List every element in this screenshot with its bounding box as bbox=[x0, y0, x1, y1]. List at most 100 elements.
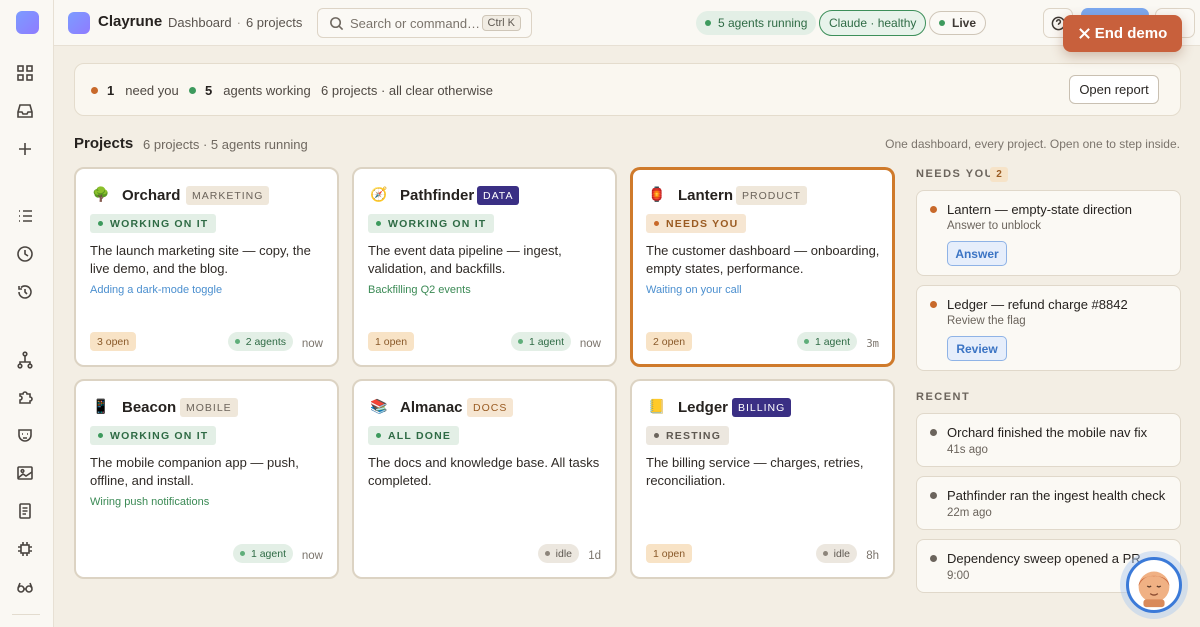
claude-health-label: Claude · healthy bbox=[829, 16, 917, 30]
live-pill[interactable]: Live bbox=[929, 11, 987, 35]
top-bar: Clayrune Dashboard · 6 projects Search or … bbox=[54, 0, 1200, 46]
updated-time: now bbox=[579, 338, 601, 350]
project-card-beacon[interactable]: 📱 Beacon MOBILE WORKING ON IT The mobile… bbox=[74, 379, 339, 579]
updated-time: 8h bbox=[866, 550, 879, 562]
compass-icon: 🧭 bbox=[370, 186, 388, 202]
review-button[interactable]: Review bbox=[947, 336, 1007, 361]
needs-you-title: Lantern — empty-state direction bbox=[947, 202, 1132, 217]
answer-button[interactable]: Answer bbox=[947, 241, 1007, 266]
projects-title: Projects bbox=[74, 135, 134, 152]
assistant-avatar[interactable] bbox=[1126, 557, 1182, 613]
agents-running-label: 5 agents running bbox=[718, 16, 808, 30]
needs-you-item[interactable]: Ledger — refund charge #8842 Review the … bbox=[916, 285, 1181, 371]
project-name: Ledger bbox=[678, 399, 729, 416]
recent-time: 41s ago bbox=[947, 444, 988, 456]
needs-you-count-badge: 2 bbox=[990, 167, 1008, 182]
books-icon: 📚 bbox=[370, 398, 388, 414]
needs-you-summary[interactable]: 1 need you bbox=[91, 83, 179, 98]
agents-working-label: agents working bbox=[223, 83, 311, 98]
updated-time: 3m bbox=[866, 338, 879, 350]
project-description: The launch marketing site — copy, the li… bbox=[90, 243, 311, 276]
search-input[interactable]: Search or command… Ctrl K bbox=[317, 8, 532, 38]
project-name: Orchard bbox=[122, 187, 181, 204]
inbox-icon[interactable] bbox=[14, 100, 36, 122]
project-card-ledger[interactable]: 📒 Ledger BILLING RESTING The billing ser… bbox=[630, 379, 895, 579]
left-rail bbox=[0, 0, 54, 627]
breadcrumb-page[interactable]: Dashboard bbox=[168, 15, 232, 30]
branch-icon[interactable] bbox=[14, 349, 36, 371]
summary-bar: 1 need you 5 agents working 6 projects · a… bbox=[74, 63, 1181, 116]
ledger-icon: 📒 bbox=[648, 398, 666, 414]
needs-you-item[interactable]: Lantern — empty-state direction Answer t… bbox=[916, 190, 1181, 276]
open-count-badge: 1 open bbox=[368, 332, 415, 351]
project-description: The docs and knowledge base. All tasks c… bbox=[368, 455, 600, 488]
project-tag: MARKETING bbox=[186, 186, 270, 205]
recent-title: Orchard finished the mobile nav fix bbox=[947, 425, 1148, 440]
plus-icon[interactable] bbox=[14, 138, 36, 160]
open-report-button[interactable]: Open report bbox=[1069, 75, 1159, 104]
list-icon[interactable] bbox=[14, 205, 36, 227]
tree-icon: 🌳 bbox=[92, 186, 110, 202]
puzzle-icon[interactable] bbox=[14, 386, 36, 408]
agents-badge: 2 agents bbox=[227, 332, 293, 351]
projects-hint: One dashboard, every project. Open one t… bbox=[885, 137, 1180, 151]
needs-you-subtitle: Answer to unblock bbox=[947, 220, 1041, 232]
end-demo-label: End demo bbox=[1094, 25, 1168, 42]
project-card-lantern[interactable]: 🏮 Lantern PRODUCT NEEDS YOU The customer… bbox=[630, 167, 895, 367]
document-icon[interactable] bbox=[14, 500, 36, 522]
idle-badge: idle bbox=[537, 544, 579, 563]
projects-subtitle: 6 projects · 5 agents running bbox=[143, 137, 308, 152]
recent-title: Dependency sweep opened a PR bbox=[947, 551, 1141, 566]
status-badge: ALL DONE bbox=[368, 426, 460, 445]
grid-icon[interactable] bbox=[14, 62, 36, 84]
chip-icon[interactable] bbox=[14, 538, 36, 560]
project-description: The event data pipeline — ingest, valida… bbox=[368, 243, 562, 276]
open-count-badge: 2 open bbox=[646, 332, 693, 351]
project-card-pathfinder[interactable]: 🧭 Pathfinder DATA WORKING ON IT The even… bbox=[352, 167, 617, 367]
recent-time: 22m ago bbox=[947, 507, 992, 519]
search-icon bbox=[330, 17, 344, 31]
recent-item[interactable]: Orchard finished the mobile nav fix 41s … bbox=[916, 413, 1181, 467]
agents-working-summary[interactable]: 5 agents working bbox=[189, 83, 311, 98]
project-name: Lantern bbox=[678, 187, 734, 204]
status-badge: WORKING ON IT bbox=[90, 426, 217, 445]
recent-title: Pathfinder ran the ingest health check bbox=[947, 488, 1166, 503]
status-badge: RESTING bbox=[646, 426, 730, 445]
updated-time: now bbox=[301, 550, 323, 562]
search-shortcut: Ctrl K bbox=[481, 15, 521, 31]
project-card-orchard[interactable]: 🌳 Orchard MARKETING WORKING ON IT The la… bbox=[74, 167, 339, 367]
open-count-badge: 3 open bbox=[90, 332, 137, 351]
claude-health-pill[interactable]: Claude · healthy bbox=[819, 10, 927, 36]
project-activity: Wiring push notifications bbox=[90, 496, 210, 508]
needs-you-count: 1 bbox=[107, 83, 115, 98]
project-tag: BILLING bbox=[732, 398, 792, 417]
project-activity: Adding a dark-mode toggle bbox=[90, 284, 223, 296]
project-card-almanac[interactable]: 📚 Almanac DOCS ALL DONE The docs and kno… bbox=[352, 379, 617, 579]
end-demo-button[interactable]: End demo bbox=[1063, 15, 1182, 52]
brand-logo[interactable] bbox=[68, 12, 90, 34]
status-badge: WORKING ON IT bbox=[90, 214, 217, 233]
history-icon[interactable] bbox=[14, 281, 36, 303]
agents-badge: 1 agent bbox=[796, 332, 857, 351]
needs-you-label: need you bbox=[125, 83, 179, 98]
glasses-icon[interactable] bbox=[14, 576, 36, 598]
recent-heading: RECENT bbox=[916, 391, 971, 403]
rail-logo[interactable] bbox=[16, 11, 39, 34]
live-label: Live bbox=[952, 16, 977, 30]
project-tag: MOBILE bbox=[180, 398, 238, 417]
project-tag: PRODUCT bbox=[736, 186, 807, 205]
agents-running-pill[interactable]: 5 agents running bbox=[696, 11, 817, 35]
project-name: Beacon bbox=[122, 399, 177, 416]
app-name[interactable]: Clayrune bbox=[98, 13, 162, 30]
avatar-face-icon bbox=[1138, 571, 1170, 608]
status-badge: NEEDS YOU bbox=[646, 214, 747, 233]
projects-summary: 6 projects · all clear otherwise bbox=[321, 83, 493, 98]
clock-icon[interactable] bbox=[14, 243, 36, 265]
agents-working-count: 5 bbox=[205, 83, 213, 98]
project-tag: DOCS bbox=[467, 398, 514, 417]
updated-time: now bbox=[301, 338, 323, 350]
agents-badge: 1 agent bbox=[232, 544, 293, 563]
image-icon[interactable] bbox=[14, 462, 36, 484]
recent-item[interactable]: Pathfinder ran the ingest health check 2… bbox=[916, 476, 1181, 530]
mask-icon[interactable] bbox=[14, 424, 36, 446]
